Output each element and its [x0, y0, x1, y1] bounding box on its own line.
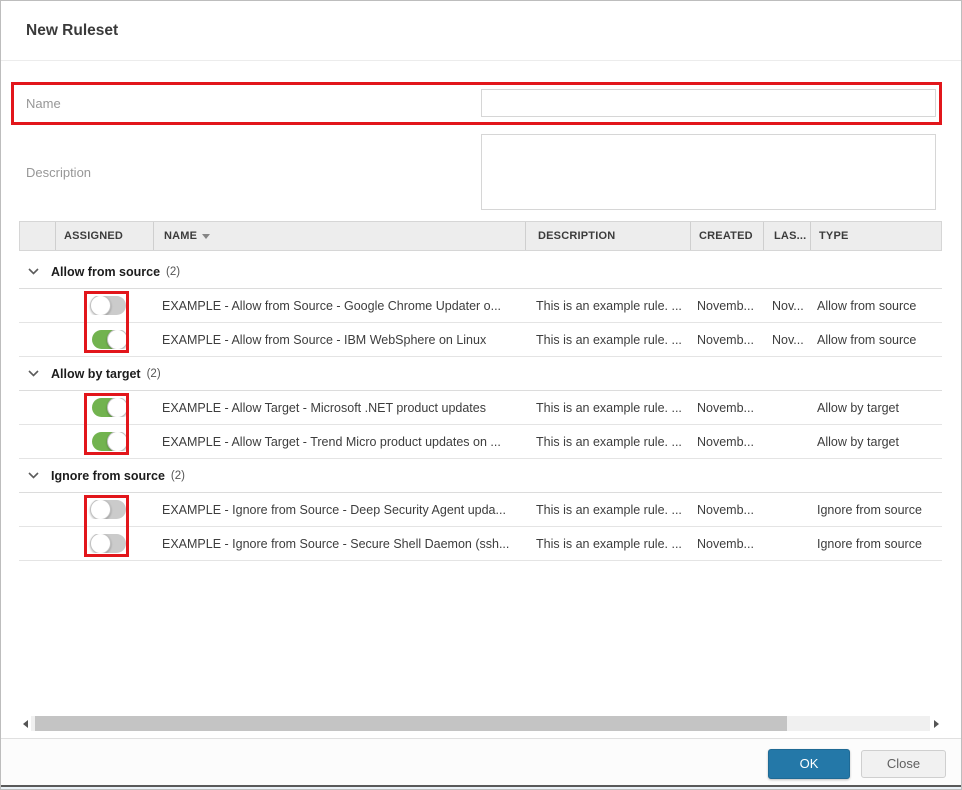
- rule-description: This is an example rule. ...: [524, 299, 689, 313]
- rule-type: Ignore from source: [809, 503, 942, 517]
- scrollbar-track[interactable]: [31, 716, 930, 731]
- group-header-allow-by-target[interactable]: Allow by target (2): [19, 357, 942, 391]
- rule-created: Novemb...: [689, 537, 762, 551]
- rule-description: This is an example rule. ...: [524, 435, 689, 449]
- table-row: EXAMPLE - Allow Target - Microsoft .NET …: [19, 391, 942, 425]
- table-row: EXAMPLE - Allow from Source - IBM WebSph…: [19, 323, 942, 357]
- assigned-toggle[interactable]: [92, 398, 126, 417]
- rule-type: Ignore from source: [809, 537, 942, 551]
- chevron-down-icon[interactable]: [28, 370, 39, 377]
- table-row: EXAMPLE - Ignore from Source - Secure Sh…: [19, 527, 942, 561]
- toggle-knob: [90, 296, 111, 315]
- rules-table: ASSIGNED NAME DESCRIPTION CREATED LAS...…: [19, 221, 942, 561]
- rule-created: Novemb...: [689, 299, 762, 313]
- rule-description: This is an example rule. ...: [524, 537, 689, 551]
- rule-type: Allow from source: [809, 333, 942, 347]
- horizontal-scrollbar[interactable]: [19, 715, 942, 732]
- sort-desc-icon: [202, 234, 210, 239]
- assigned-cell: [54, 398, 152, 417]
- assigned-cell: [54, 330, 152, 349]
- dialog-titlebar: New Ruleset: [1, 1, 961, 61]
- group-label: Allow from source: [51, 265, 160, 279]
- dialog-footer: OK Close: [1, 738, 961, 785]
- header-type[interactable]: TYPE: [810, 222, 941, 250]
- group-header-ignore-from-source[interactable]: Ignore from source (2): [19, 459, 942, 493]
- rule-created: Novemb...: [689, 333, 762, 347]
- assigned-cell: [54, 534, 152, 553]
- rule-created: Novemb...: [689, 401, 762, 415]
- rule-name[interactable]: EXAMPLE - Allow Target - Microsoft .NET …: [152, 401, 524, 415]
- name-input[interactable]: [481, 89, 936, 117]
- assigned-toggle[interactable]: [92, 534, 126, 553]
- assigned-toggle[interactable]: [92, 330, 126, 349]
- close-button[interactable]: Close: [861, 750, 946, 778]
- rule-type: Allow by target: [809, 435, 942, 449]
- group-count: (2): [171, 470, 185, 482]
- rule-type: Allow from source: [809, 299, 942, 313]
- header-created[interactable]: CREATED: [690, 222, 763, 250]
- header-description[interactable]: DESCRIPTION: [525, 222, 690, 250]
- dialog-title: New Ruleset: [26, 1, 118, 61]
- group-label: Ignore from source: [51, 469, 165, 483]
- ok-button[interactable]: OK: [768, 749, 850, 779]
- table-row: EXAMPLE - Allow from Source - Google Chr…: [19, 289, 942, 323]
- rule-last: Nov...: [762, 333, 809, 347]
- header-last[interactable]: LAS...: [763, 222, 810, 250]
- arrow-left-icon: [23, 720, 28, 728]
- group-count: (2): [166, 266, 180, 278]
- chevron-down-icon[interactable]: [28, 268, 39, 275]
- rule-name[interactable]: EXAMPLE - Allow from Source - IBM WebSph…: [152, 333, 524, 347]
- group-count: (2): [147, 368, 161, 380]
- rule-type: Allow by target: [809, 401, 942, 415]
- assigned-cell: [54, 500, 152, 519]
- header-assigned[interactable]: ASSIGNED: [55, 222, 153, 250]
- description-textarea[interactable]: [481, 134, 936, 210]
- rule-last: Nov...: [762, 299, 809, 313]
- group-header-allow-from-source[interactable]: Allow from source (2): [19, 255, 942, 289]
- table-row: EXAMPLE - Allow Target - Trend Micro pro…: [19, 425, 942, 459]
- scrollbar-thumb[interactable]: [35, 716, 787, 731]
- rule-created: Novemb...: [689, 503, 762, 517]
- group-label: Allow by target: [51, 367, 141, 381]
- rule-name[interactable]: EXAMPLE - Allow from Source - Google Chr…: [152, 299, 524, 313]
- rule-description: This is an example rule. ...: [524, 401, 689, 415]
- toggle-knob: [107, 398, 128, 417]
- scroll-right-button[interactable]: [930, 715, 942, 732]
- assigned-toggle[interactable]: [92, 432, 126, 451]
- header-name-label: NAME: [164, 230, 197, 242]
- chevron-down-icon[interactable]: [28, 472, 39, 479]
- rule-description: This is an example rule. ...: [524, 503, 689, 517]
- table-row: EXAMPLE - Ignore from Source - Deep Secu…: [19, 493, 942, 527]
- assigned-toggle[interactable]: [92, 500, 126, 519]
- toggle-knob: [107, 432, 128, 451]
- toggle-knob: [90, 500, 111, 519]
- rule-name[interactable]: EXAMPLE - Allow Target - Trend Micro pro…: [152, 435, 524, 449]
- assigned-cell: [54, 296, 152, 315]
- table-header-row: ASSIGNED NAME DESCRIPTION CREATED LAS...…: [19, 221, 942, 251]
- toggle-knob: [90, 534, 111, 553]
- name-field-label: Name: [26, 96, 61, 111]
- rule-name[interactable]: EXAMPLE - Ignore from Source - Secure Sh…: [152, 537, 524, 551]
- scroll-left-button[interactable]: [19, 715, 31, 732]
- toggle-knob: [107, 330, 128, 349]
- rule-description: This is an example rule. ...: [524, 333, 689, 347]
- assigned-cell: [54, 432, 152, 451]
- description-field-label: Description: [26, 165, 91, 180]
- header-name[interactable]: NAME: [153, 222, 525, 250]
- new-ruleset-dialog: New Ruleset Name Description ASSIGNED NA…: [0, 0, 962, 790]
- assigned-toggle[interactable]: [92, 296, 126, 315]
- rule-name[interactable]: EXAMPLE - Ignore from Source - Deep Secu…: [152, 503, 524, 517]
- rule-created: Novemb...: [689, 435, 762, 449]
- arrow-right-icon: [934, 720, 939, 728]
- header-expander: [20, 222, 55, 250]
